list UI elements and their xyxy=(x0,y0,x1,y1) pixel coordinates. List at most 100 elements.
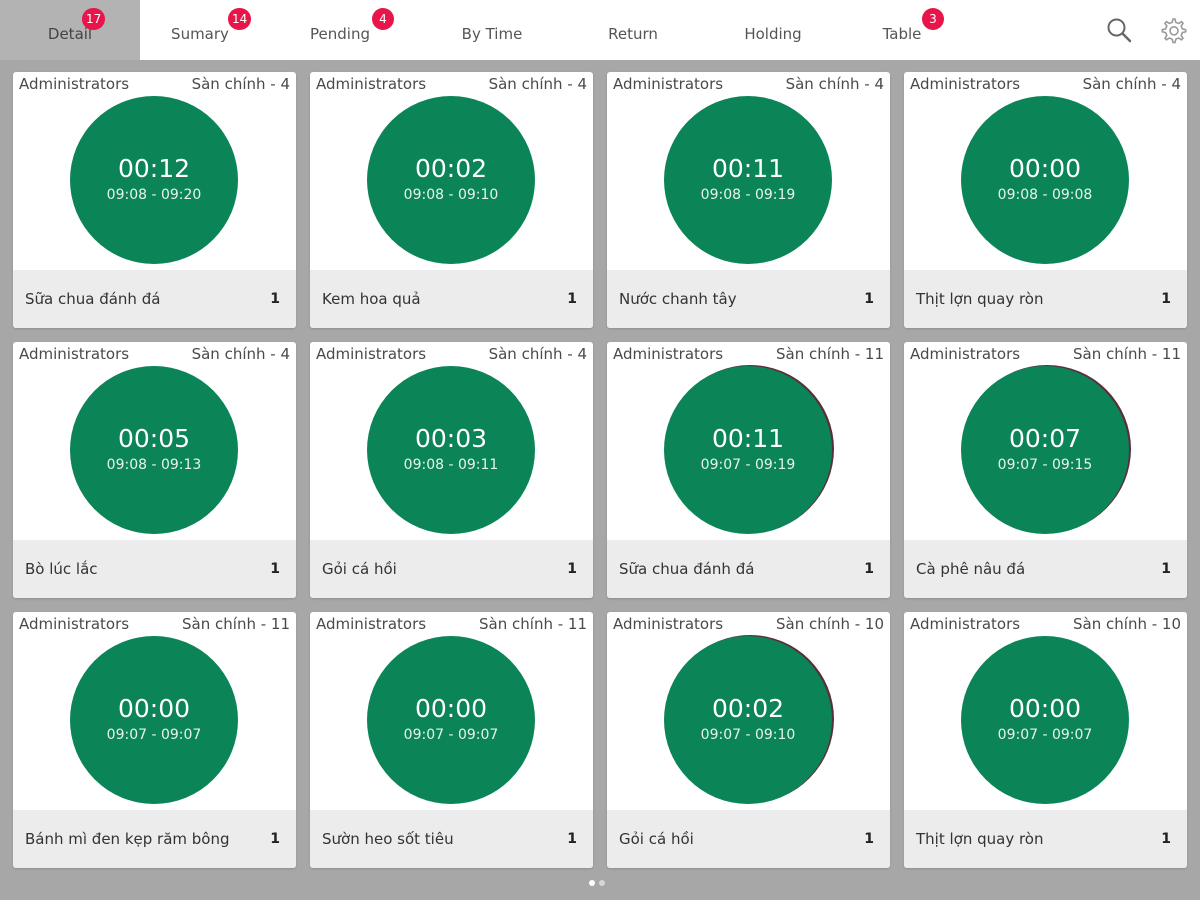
item-quantity: 1 xyxy=(864,831,874,847)
elapsed-time: 00:03 xyxy=(414,424,488,453)
card-user: Administrators xyxy=(19,75,130,93)
card-user: Administrators xyxy=(19,345,130,363)
page-dot-2[interactable] xyxy=(599,880,605,886)
card-header: Administrators Sàn chính - 4 xyxy=(904,72,1187,96)
timer-circle: 00:12 09:08 - 09:20 xyxy=(70,96,238,264)
order-card[interactable]: Administrators Sàn chính - 11 00:00 09:0… xyxy=(310,612,593,868)
card-user: Administrators xyxy=(316,345,427,363)
elapsed-time: 00:05 xyxy=(117,424,191,453)
card-footer: Gỏi cá hồi 1 xyxy=(310,540,593,598)
order-card[interactable]: Administrators Sàn chính - 4 00:11 09:08… xyxy=(607,72,890,328)
card-table: Sàn chính - 10 xyxy=(1073,615,1181,633)
timer-circle: 00:00 09:07 - 09:07 xyxy=(367,636,535,804)
tab-detail[interactable]: Detail 17 xyxy=(0,0,140,60)
card-header: Administrators Sàn chính - 4 xyxy=(310,72,593,96)
item-name: Sữa chua đánh đá xyxy=(25,290,161,308)
tab-label: Return xyxy=(608,25,658,43)
card-user: Administrators xyxy=(613,75,724,93)
tab-label: Sumary xyxy=(171,25,229,43)
card-table: Sàn chính - 4 xyxy=(191,75,290,93)
item-quantity: 1 xyxy=(567,831,577,847)
card-user: Administrators xyxy=(910,615,1021,633)
card-table: Sàn chính - 4 xyxy=(488,75,587,93)
card-user: Administrators xyxy=(19,615,130,633)
item-name: Kem hoa quả xyxy=(322,290,421,308)
card-user: Administrators xyxy=(316,75,427,93)
order-card[interactable]: Administrators Sàn chính - 4 00:05 09:08… xyxy=(13,342,296,598)
time-range: 09:07 - 09:19 xyxy=(700,457,796,473)
item-quantity: 1 xyxy=(270,831,280,847)
item-name: Gỏi cá hồi xyxy=(322,560,397,578)
item-name: Thịt lợn quay ròn xyxy=(916,830,1044,848)
gear-icon[interactable] xyxy=(1157,14,1189,46)
order-card[interactable]: Administrators Sàn chính - 4 00:02 09:08… xyxy=(310,72,593,328)
tab-sumary[interactable]: Sumary 14 xyxy=(140,0,260,60)
tab-by-time[interactable]: By Time xyxy=(432,0,552,60)
elapsed-time: 00:12 xyxy=(117,154,191,183)
card-footer: Bánh mì đen kẹp răm bông 1 xyxy=(13,810,296,868)
elapsed-time: 00:00 xyxy=(1008,694,1082,723)
card-footer: Thịt lợn quay ròn 1 xyxy=(904,810,1187,868)
elapsed-time: 00:00 xyxy=(117,694,191,723)
item-name: Gỏi cá hồi xyxy=(619,830,694,848)
tab-label: By Time xyxy=(461,25,523,43)
card-footer: Sườn heo sốt tiêu 1 xyxy=(310,810,593,868)
time-range: 09:07 - 09:07 xyxy=(403,727,499,743)
card-footer: Cà phê nâu đá 1 xyxy=(904,540,1187,598)
card-table: Sàn chính - 11 xyxy=(479,615,587,633)
item-quantity: 1 xyxy=(1161,831,1171,847)
card-table: Sàn chính - 4 xyxy=(785,75,884,93)
tab-return[interactable]: Return xyxy=(573,0,693,60)
card-user: Administrators xyxy=(613,615,724,633)
card-table: Sàn chính - 4 xyxy=(488,345,587,363)
order-card[interactable]: Administrators Sàn chính - 10 00:00 09:0… xyxy=(904,612,1187,868)
order-card[interactable]: Administrators Sàn chính - 4 00:00 09:08… xyxy=(904,72,1187,328)
card-user: Administrators xyxy=(910,75,1021,93)
card-footer: Sữa chua đánh đá 1 xyxy=(13,270,296,328)
tab-holding[interactable]: Holding xyxy=(713,0,833,60)
item-quantity: 1 xyxy=(864,561,874,577)
order-card[interactable]: Administrators Sàn chính - 11 00:11 09:0… xyxy=(607,342,890,598)
elapsed-time: 00:00 xyxy=(414,694,488,723)
elapsed-time: 00:02 xyxy=(414,154,488,183)
time-range: 09:07 - 09:07 xyxy=(997,727,1093,743)
tab-pending[interactable]: Pending 4 xyxy=(280,0,400,60)
item-name: Cà phê nâu đá xyxy=(916,560,1026,578)
item-quantity: 1 xyxy=(270,291,280,307)
item-name: Sữa chua đánh đá xyxy=(619,560,755,578)
timer-circle: 00:11 09:08 - 09:19 xyxy=(664,96,832,264)
order-card[interactable]: Administrators Sàn chính - 11 00:07 09:0… xyxy=(904,342,1187,598)
timer-circle: 00:00 09:07 - 09:07 xyxy=(961,636,1129,804)
search-icon[interactable] xyxy=(1103,14,1135,46)
time-range: 09:07 - 09:07 xyxy=(106,727,202,743)
tab-badge: 17 xyxy=(82,8,106,30)
card-user: Administrators xyxy=(316,615,427,633)
tab-badge: 4 xyxy=(372,8,394,30)
order-card[interactable]: Administrators Sàn chính - 4 00:12 09:08… xyxy=(13,72,296,328)
timer-circle: 00:07 09:07 - 09:15 xyxy=(961,366,1129,534)
tab-badge: 14 xyxy=(228,8,252,30)
timer-circle: 00:02 09:08 - 09:10 xyxy=(367,96,535,264)
card-header: Administrators Sàn chính - 4 xyxy=(13,72,296,96)
item-quantity: 1 xyxy=(1161,291,1171,307)
tab-table[interactable]: Table 3 xyxy=(842,0,962,60)
page-dot-1[interactable] xyxy=(589,880,595,886)
item-quantity: 1 xyxy=(567,561,577,577)
card-header: Administrators Sàn chính - 11 xyxy=(310,612,593,636)
card-header: Administrators Sàn chính - 11 xyxy=(904,342,1187,366)
card-header: Administrators Sàn chính - 4 xyxy=(607,72,890,96)
item-name: Bánh mì đen kẹp răm bông xyxy=(25,830,230,848)
order-card[interactable]: Administrators Sàn chính - 10 00:02 09:0… xyxy=(607,612,890,868)
timer-circle: 00:02 09:07 - 09:10 xyxy=(664,636,832,804)
item-quantity: 1 xyxy=(567,291,577,307)
card-header: Administrators Sàn chính - 4 xyxy=(310,342,593,366)
card-footer: Bò lúc lắc 1 xyxy=(13,540,296,598)
card-header: Administrators Sàn chính - 4 xyxy=(13,342,296,366)
timer-circle: 00:11 09:07 - 09:19 xyxy=(664,366,832,534)
timer-circle: 00:00 09:07 - 09:07 xyxy=(70,636,238,804)
tab-label: Table xyxy=(882,25,922,43)
card-footer: Gỏi cá hồi 1 xyxy=(607,810,890,868)
order-card[interactable]: Administrators Sàn chính - 4 00:03 09:08… xyxy=(310,342,593,598)
card-footer: Thịt lợn quay ròn 1 xyxy=(904,270,1187,328)
order-card[interactable]: Administrators Sàn chính - 11 00:00 09:0… xyxy=(13,612,296,868)
